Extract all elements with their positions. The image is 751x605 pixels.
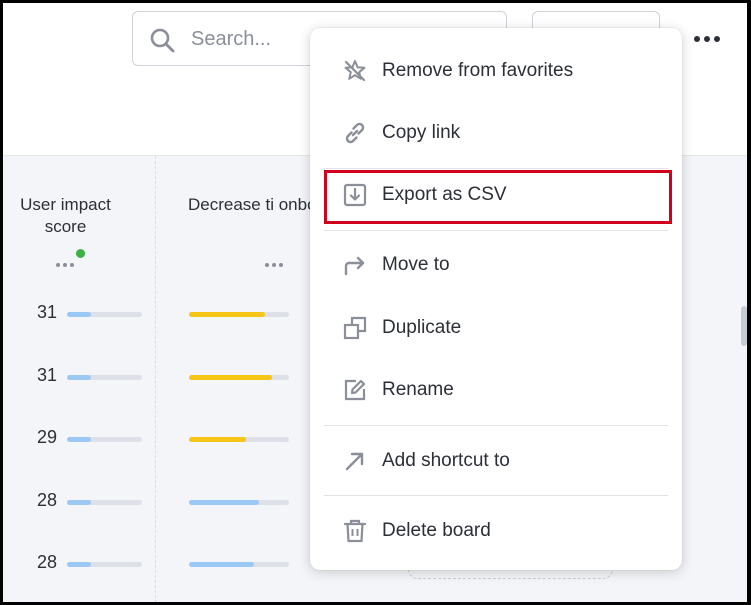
decrease-bar-fill xyxy=(189,374,272,380)
impact-bar-fill xyxy=(67,437,91,442)
impact-bar-fill xyxy=(67,374,91,380)
shortcut-arrow-icon xyxy=(340,446,370,476)
decrease-bar xyxy=(189,562,289,567)
impact-bar xyxy=(67,312,142,317)
impact-bar xyxy=(67,374,142,380)
dot-icon xyxy=(704,36,710,42)
row-score: 28 xyxy=(36,552,57,572)
menu-item-duplicate[interactable]: Duplicate xyxy=(324,303,668,353)
impact-bar-fill xyxy=(67,312,91,317)
menu-item-add-shortcut[interactable]: Add shortcut to xyxy=(324,436,668,486)
dot-icon xyxy=(714,36,720,42)
menu-item-move-to[interactable]: Move to xyxy=(324,240,668,290)
move-arrow-icon xyxy=(340,250,370,280)
menu-item-remove-favorites[interactable]: Remove from favorites xyxy=(324,46,668,96)
app-window: User impact score Decrease ti onboarding… xyxy=(3,3,747,602)
menu-item-rename[interactable]: Rename xyxy=(324,365,668,415)
impact-bar xyxy=(67,562,142,567)
decrease-bar xyxy=(189,312,289,317)
link-icon xyxy=(340,118,370,148)
vertical-scrollbar[interactable] xyxy=(741,306,747,346)
decrease-bar-fill xyxy=(189,562,254,567)
trash-icon xyxy=(340,516,370,546)
menu-separator xyxy=(324,425,668,426)
impact-bar-fill xyxy=(67,562,91,567)
rename-icon xyxy=(340,375,370,405)
column-divider xyxy=(155,156,156,602)
menu-separator xyxy=(324,495,668,496)
row-score: 28 xyxy=(36,489,57,510)
menu-item-delete-board[interactable]: Delete board xyxy=(324,506,668,556)
dot-icon xyxy=(694,36,700,42)
row-score: 31 xyxy=(36,364,57,385)
more-options-button[interactable] xyxy=(693,33,721,45)
impact-bar xyxy=(67,499,142,505)
decrease-bar xyxy=(189,437,289,442)
decrease-bar-fill xyxy=(189,499,259,505)
impact-bar xyxy=(67,437,142,442)
menu-separator xyxy=(324,230,668,231)
impact-bar-fill xyxy=(67,499,91,505)
column-header-decrease[interactable]: Decrease ti onboarding ou xyxy=(188,194,328,216)
decrease-bar xyxy=(189,374,289,380)
column-menu-icon[interactable] xyxy=(265,263,283,267)
row-score: 29 xyxy=(36,427,57,447)
column-header-user-impact[interactable]: User impact score xyxy=(3,194,128,238)
search-icon xyxy=(150,28,175,53)
decrease-bar-fill xyxy=(189,312,265,317)
decrease-bar xyxy=(189,499,289,505)
status-dot xyxy=(76,249,85,258)
export-highlight-box xyxy=(324,170,672,224)
decrease-bar-fill xyxy=(189,437,246,442)
board-options-menu: Remove from favorites Copy link Export a… xyxy=(310,28,682,570)
menu-separator xyxy=(324,168,668,169)
menu-item-copy-link[interactable]: Copy link xyxy=(324,108,668,158)
star-off-icon xyxy=(340,56,370,86)
row-score: 31 xyxy=(36,302,57,322)
column-menu-icon[interactable] xyxy=(56,263,74,267)
duplicate-icon xyxy=(340,313,370,343)
